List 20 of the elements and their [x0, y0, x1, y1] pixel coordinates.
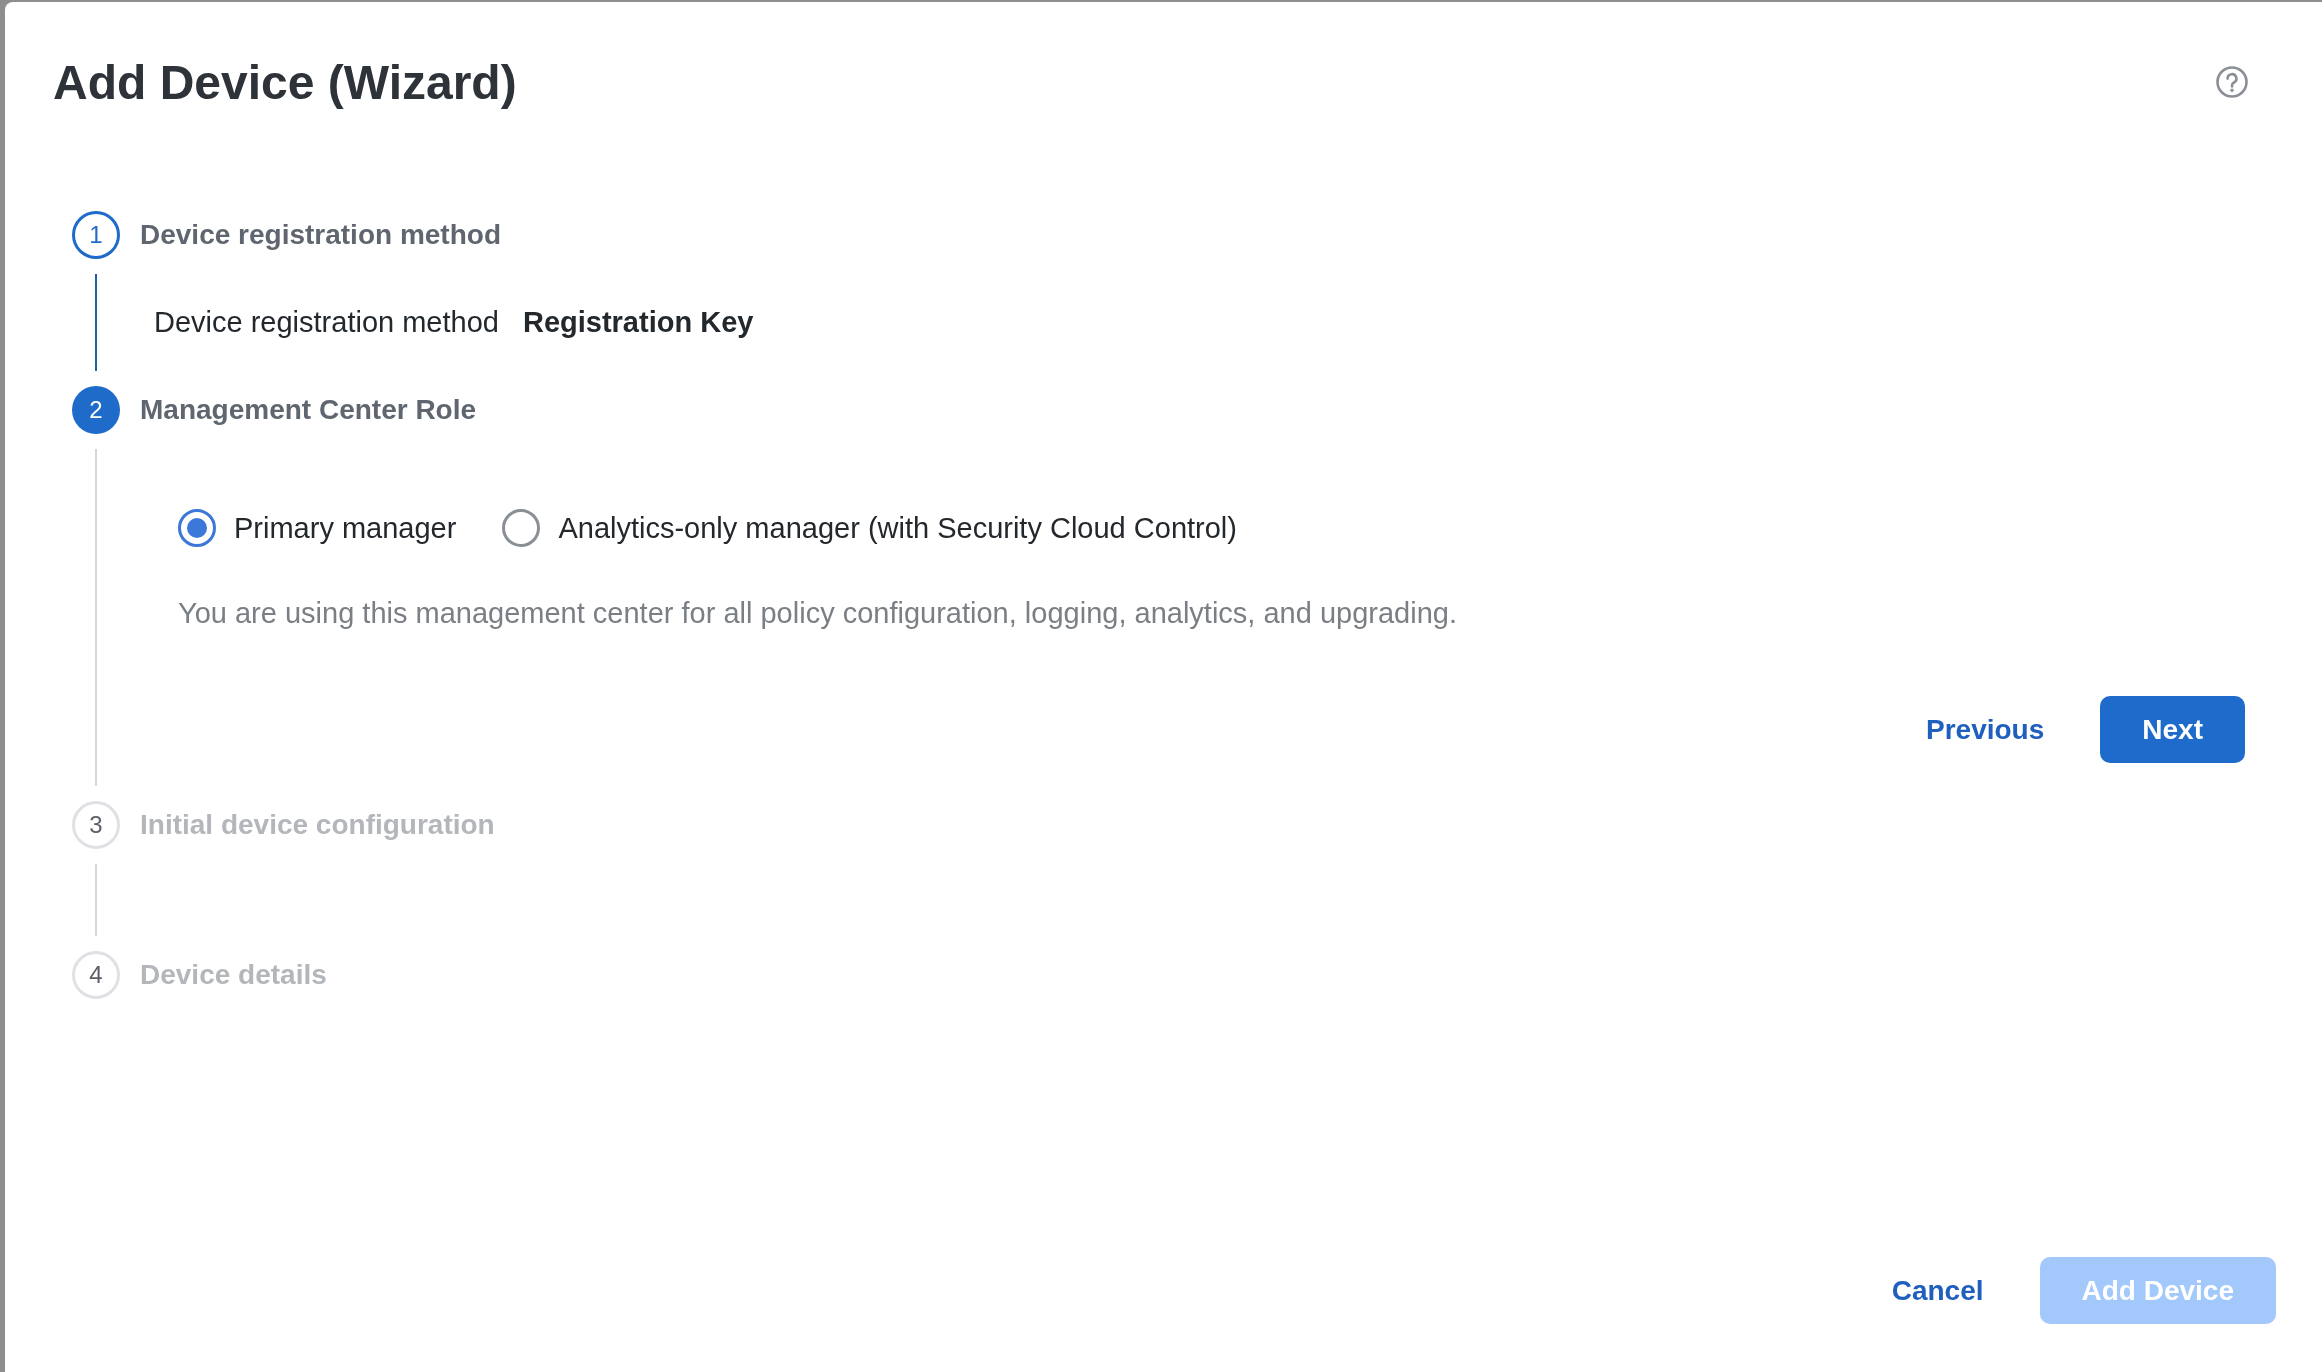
step-number: 4	[72, 951, 120, 999]
step-number: 3	[72, 801, 120, 849]
radio-label[interactable]: Analytics-only manager (with Security Cloud Control)	[558, 511, 1237, 545]
step-number: 2	[72, 386, 120, 434]
dialog-title: Add Device (Wizard)	[53, 54, 517, 110]
step-title: Management Center Role	[140, 394, 477, 426]
summary-label: Device registration method	[154, 306, 499, 339]
link-button[interactable]: Previous	[1926, 713, 2045, 746]
primary-button[interactable]: Next	[2100, 696, 2245, 763]
step-title: Device registration method	[140, 219, 501, 251]
radio-button[interactable]	[178, 509, 216, 547]
step-title: Device details	[140, 959, 327, 991]
radio-label[interactable]: Primary manager	[234, 511, 457, 545]
step-number: 1	[72, 211, 120, 259]
description-text: You are using this management center for all policy configuration, logging, analytics, and upgrading.	[178, 597, 1458, 630]
radio-button[interactable]	[502, 509, 541, 547]
link-button[interactable]: Cancel	[1891, 1274, 1984, 1307]
summary-value: Registration Key	[522, 306, 754, 339]
step-title: Initial device configuration	[140, 809, 495, 841]
help-icon[interactable]	[2215, 65, 2249, 99]
